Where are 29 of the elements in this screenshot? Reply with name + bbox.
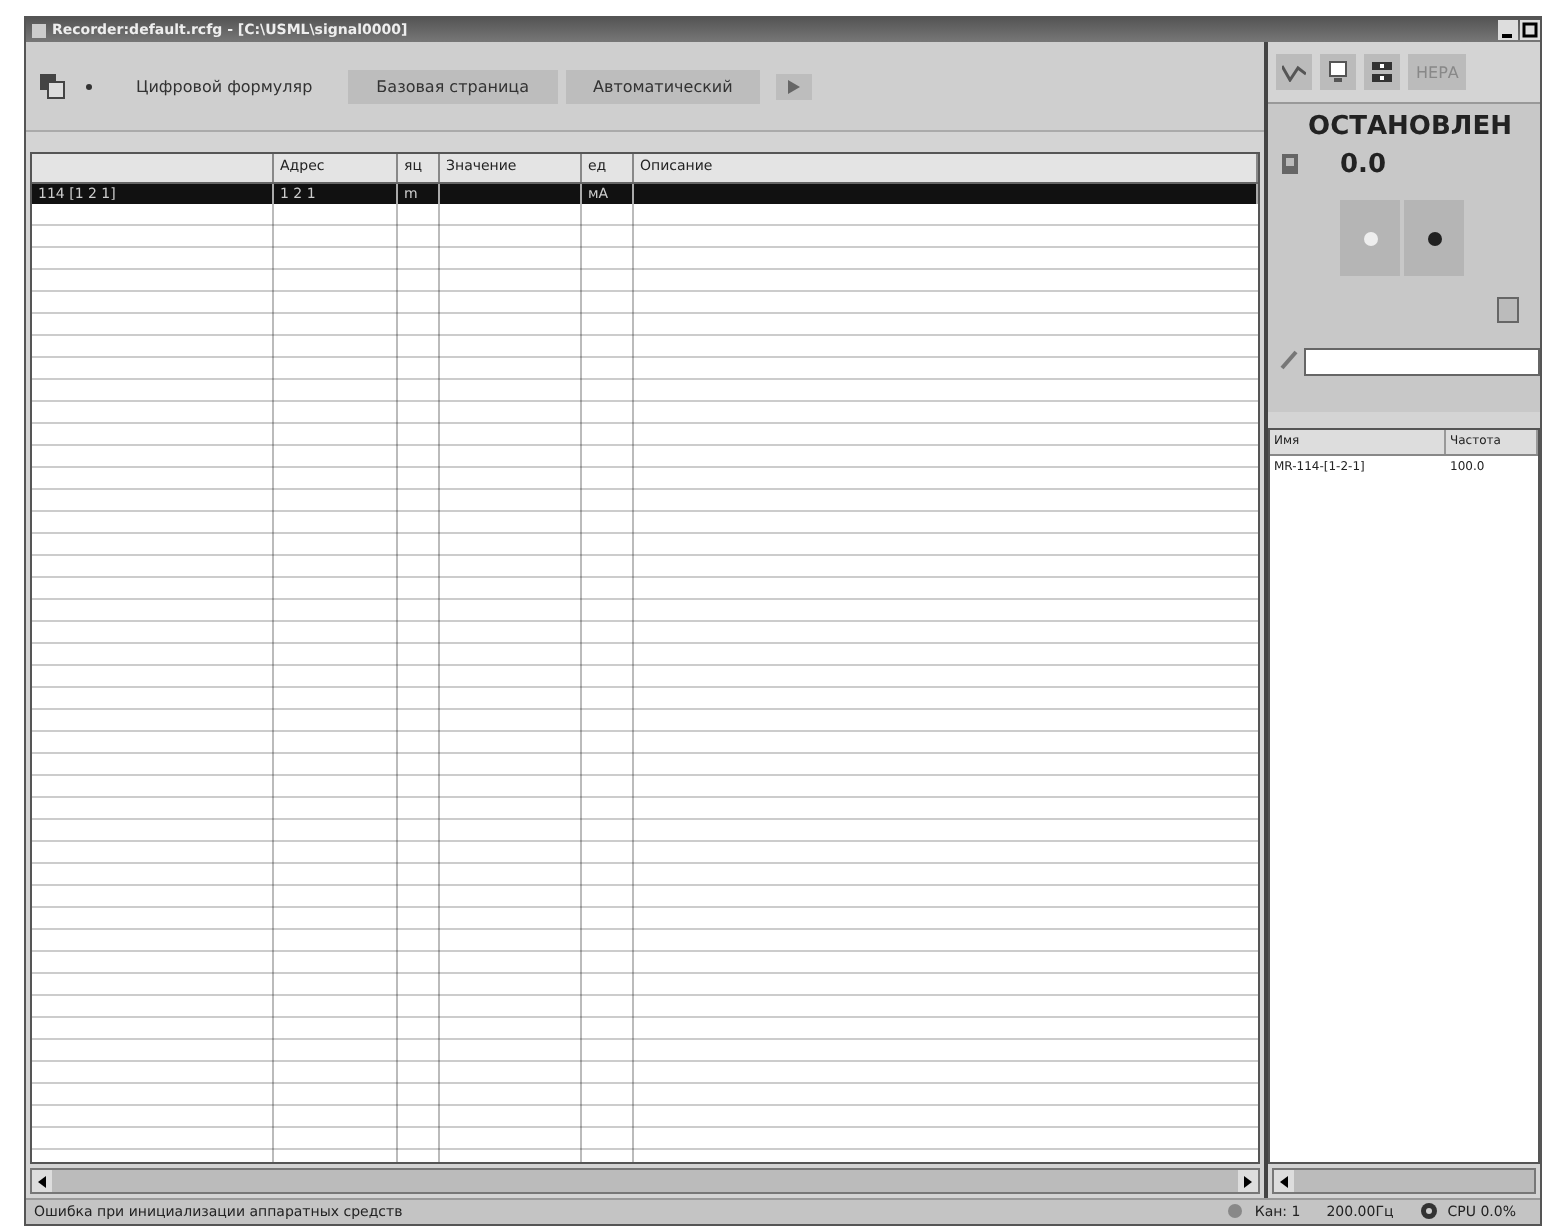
bullet-icon xyxy=(86,83,92,89)
triangle-left-icon xyxy=(38,1175,46,1187)
grid-icon[interactable] xyxy=(1496,296,1520,324)
chip-icon xyxy=(1280,151,1300,179)
tab[interactable]: Цифровой формуляр xyxy=(108,69,341,103)
search-field[interactable] xyxy=(1304,348,1540,376)
monitor-icon[interactable] xyxy=(1320,54,1356,90)
lamp-button[interactable] xyxy=(1404,200,1464,276)
recorder-state: ОСТАНОВЛЕН xyxy=(1306,112,1514,142)
horizontal-scrollbar[interactable] xyxy=(1272,1168,1536,1194)
minimize-button[interactable] xyxy=(1498,20,1518,40)
windows-icon[interactable] xyxy=(38,72,66,100)
tab[interactable]: Базовая страница xyxy=(348,69,557,103)
maximize-button[interactable] xyxy=(1520,20,1540,40)
pencil-icon xyxy=(1280,350,1298,374)
tab[interactable]: Автоматический xyxy=(565,69,761,103)
maximize-icon xyxy=(1522,22,1538,38)
scroll-left-button[interactable] xyxy=(32,1170,52,1192)
app-icon xyxy=(32,23,46,37)
reading-value: 0.0 xyxy=(1340,150,1387,180)
triangle-right-icon xyxy=(1244,1175,1252,1187)
horizontal-scrollbar[interactable] xyxy=(30,1168,1260,1194)
scroll-left-button[interactable] xyxy=(1274,1170,1294,1192)
list-icon[interactable] xyxy=(1364,54,1400,90)
triangle-right-icon xyxy=(788,79,801,93)
scroll-right-button[interactable] xyxy=(1238,1170,1258,1192)
triangle-left-icon xyxy=(1280,1175,1288,1187)
wave-icon[interactable] xyxy=(1276,54,1312,90)
channel-icon xyxy=(1226,1201,1245,1223)
